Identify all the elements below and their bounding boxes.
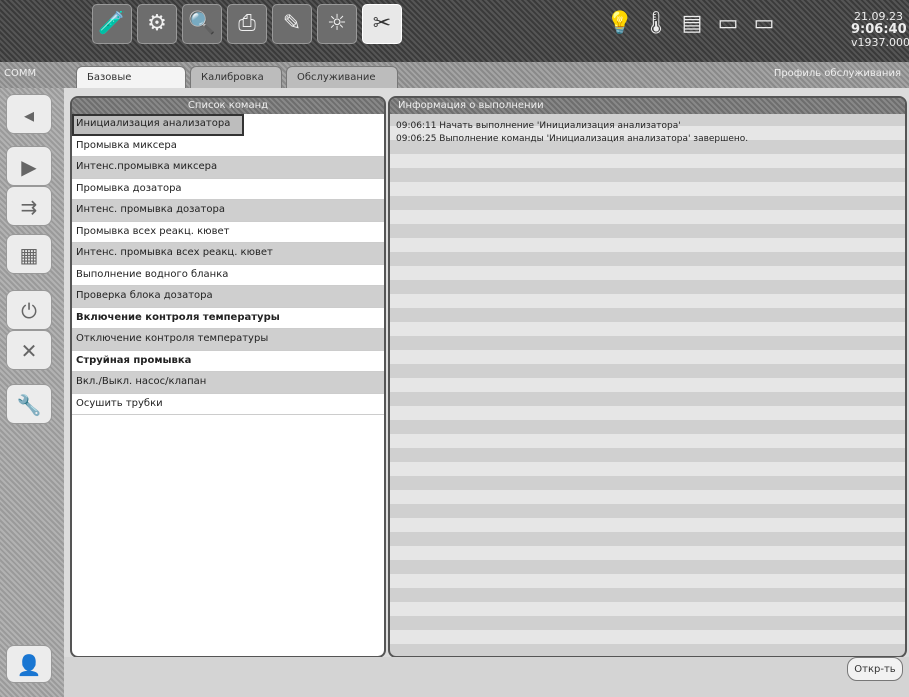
command-item[interactable]: Промывка всех реакц. кювет [72, 222, 384, 243]
bottom-bar: Откр-ть [64, 657, 909, 697]
command-item[interactable]: Включение контроля температуры [72, 308, 384, 329]
wrench-button[interactable]: 🔧 [6, 384, 52, 424]
clock: 21.09.23 9:06:40 v1937.000 [851, 10, 909, 49]
status-icons: 💡 🌡 ▤ ▭ ▭ [605, 6, 779, 42]
printer-icon[interactable]: ⎙ [227, 4, 267, 44]
clock-time: 9:06:40 [851, 22, 907, 37]
command-item[interactable]: Интенс.промывка миксера [72, 157, 384, 179]
command-item[interactable]: Интенс. промывка дозатора [72, 200, 384, 222]
main-area: Список команд Инициализация анализатора П… [64, 88, 909, 697]
play-icon: ▶ [21, 155, 37, 179]
tab-basic-commands[interactable]: Базовые команды [76, 66, 186, 105]
power-button[interactable]: ⏻ [6, 290, 52, 330]
test-tube-icon[interactable]: 🧪 [92, 4, 132, 44]
edit-icon[interactable]: ✎ [272, 4, 312, 44]
user-icon: 👤 [16, 653, 42, 677]
grid-icon: ▦ [19, 243, 39, 267]
search-document-icon[interactable]: 🔍 [182, 4, 222, 44]
maintenance-profile-link[interactable]: Профиль обслуживания [774, 68, 901, 79]
open-button[interactable]: Откр-ть [847, 657, 903, 681]
back-button[interactable]: ◂ [6, 94, 52, 134]
grid-button[interactable]: ▦ [6, 234, 52, 274]
log-line: 09:06:11 Начать выполнение 'Инициализаци… [396, 121, 681, 131]
gear-icon[interactable]: ⚙ [137, 4, 177, 44]
command-list-panel: Список команд Инициализация анализатора П… [70, 96, 386, 658]
wrench-icon: 🔧 [16, 393, 42, 417]
left-sidebar: ◂ ▶ ⇉ ▦ ⏻ ✕ 🔧 [0, 88, 64, 697]
bulb-icon[interactable]: 💡 [605, 6, 635, 42]
execution-info-panel: Информация о выполнении 09:06:11 Начать … [388, 96, 907, 658]
top-toolbar: 🧪 ⚙ 🔍 ⎙ ✎ ☼ ✂ 💡 🌡 ▤ ▭ ▭ 21.09.23 9:06:40 v1937.000 [0, 0, 909, 62]
close-button[interactable]: ✕ [6, 330, 52, 370]
step-button[interactable]: ⇉ [6, 186, 52, 226]
tab-bar: COMM Базовые команды Калибровка ISE Обсл… [0, 62, 909, 105]
settings-icon[interactable]: ☼ [317, 4, 357, 44]
command-item[interactable]: Инициализация анализатора [72, 114, 244, 136]
toolbar-icons: 🧪 ⚙ 🔍 ⎙ ✎ ☼ ✂ [92, 4, 402, 44]
comm-label: COMM [4, 68, 37, 79]
power-icon: ⏻ [21, 299, 37, 323]
user-button[interactable]: 👤 [6, 645, 52, 683]
step-icon: ⇉ [20, 195, 38, 219]
tray-empty-icon[interactable]: ▭ [713, 6, 743, 42]
clock-version: v1937.000 [851, 36, 909, 49]
execution-log: 09:06:11 Начать выполнение 'Инициализаци… [390, 120, 905, 146]
command-item[interactable]: Проверка блока дозатора [72, 286, 384, 308]
command-list: Инициализация анализатора Промывка миксер… [72, 114, 384, 415]
command-item[interactable]: Выполнение водного бланка [72, 265, 384, 286]
command-item[interactable]: Промывка миксера [72, 136, 384, 157]
command-item[interactable]: Вкл./Выкл. насос/клапан [72, 372, 384, 394]
command-list-header: Список команд [72, 98, 384, 114]
command-item[interactable]: Струйная промывка [72, 351, 384, 372]
command-item[interactable]: Промывка дозатора [72, 179, 384, 200]
close-icon: ✕ [20, 339, 38, 363]
tab-ise-calibration[interactable]: Калибровка ISE [190, 66, 282, 105]
command-item[interactable]: Интенс. промывка всех реакц. кювет [72, 243, 384, 265]
tools-icon[interactable]: ✂ [362, 4, 402, 44]
tab-ise-maintenance[interactable]: Обслуживание ISE [286, 66, 398, 105]
tray-icon[interactable]: ▤ [677, 6, 707, 42]
tray-alt-icon[interactable]: ▭ [749, 6, 779, 42]
command-item[interactable]: Отключение контроля температуры [72, 329, 384, 351]
thermometer-icon[interactable]: 🌡 [641, 6, 671, 42]
back-icon: ◂ [23, 103, 35, 127]
play-button[interactable]: ▶ [6, 146, 52, 186]
command-item[interactable]: Осушить трубки [72, 394, 384, 415]
execution-info-header: Информация о выполнении [390, 98, 905, 114]
log-line: 09:06:25 Выполнение команды 'Инициализац… [396, 134, 749, 144]
